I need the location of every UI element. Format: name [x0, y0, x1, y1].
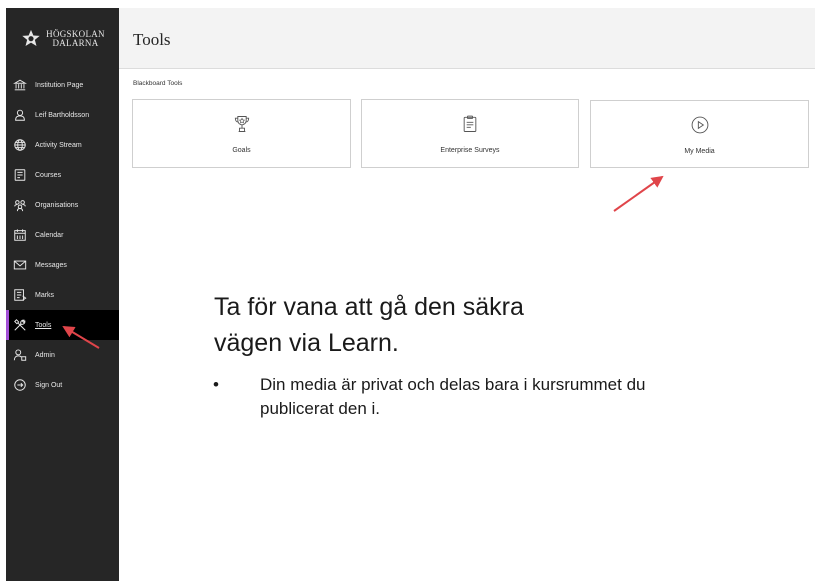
screen: HÖGSKOLAN DALARNA Institution Page Leif …	[0, 0, 815, 581]
arrow-to-tools	[62, 325, 100, 349]
annotation-arrows	[62, 175, 664, 349]
arrow-to-my-media	[613, 175, 664, 212]
